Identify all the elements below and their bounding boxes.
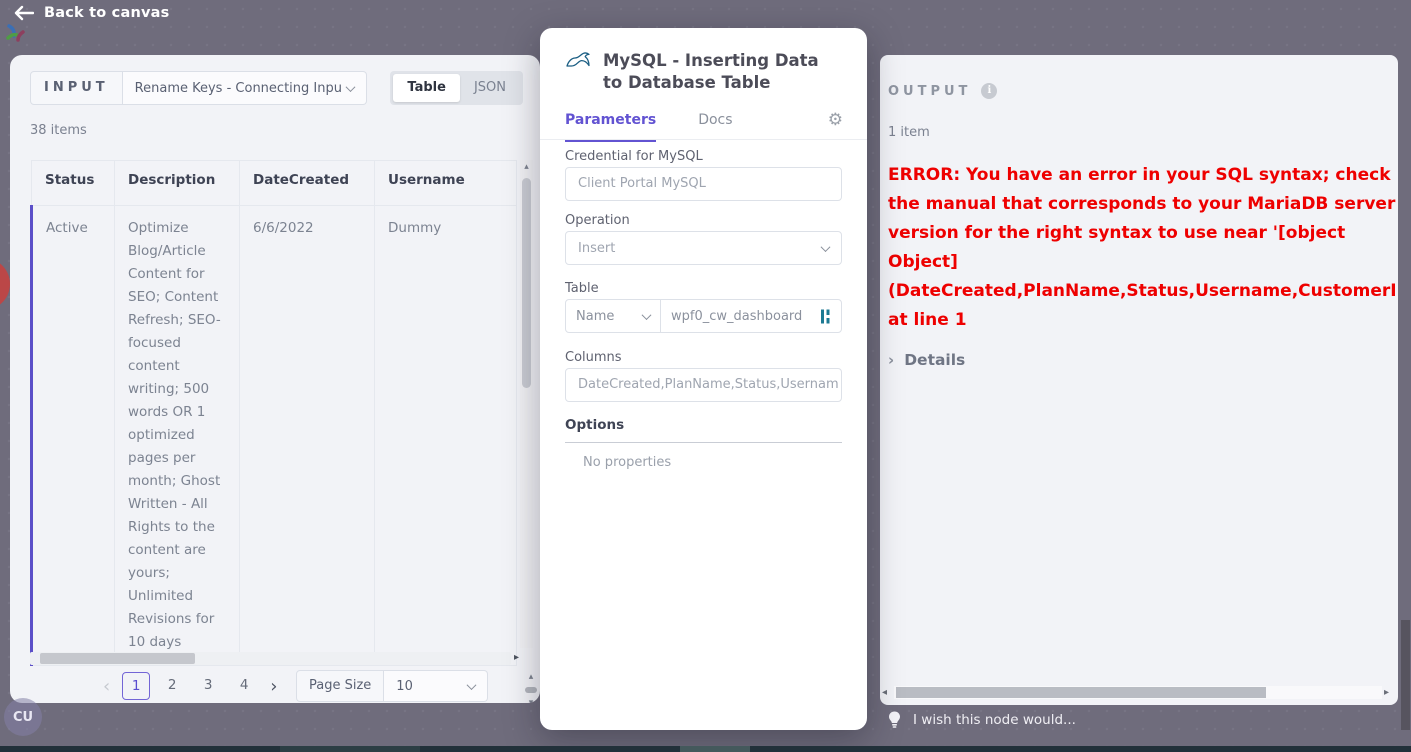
table-header-row: Status Description DateCreated Username (31, 160, 517, 206)
table-label: Table (565, 281, 599, 296)
wish-label: I wish this node would... (913, 711, 1076, 728)
gear-icon[interactable]: ⚙ (828, 110, 843, 130)
details-label: Details (904, 351, 966, 369)
options-empty-text: No properties (583, 455, 672, 470)
top-bar: Back to canvas (0, 0, 1411, 30)
modal-tabs: Parameters Docs (565, 112, 733, 142)
page-size-label: Page Size (296, 670, 385, 702)
table-field: Name wpf0_cw_dashboard (565, 299, 842, 333)
chevron-down-icon (820, 241, 831, 252)
user-avatar[interactable]: CU (4, 698, 42, 736)
tab-divider (540, 139, 867, 140)
scroll-right-icon[interactable]: ▸ (1384, 687, 1389, 698)
vertical-scrollbar-thumb[interactable] (522, 178, 531, 388)
page-button-4[interactable]: 4 (230, 672, 258, 700)
operation-dropdown[interactable]: Insert (565, 231, 842, 265)
cell-datecreated: 6/6/2022 (239, 205, 375, 666)
chevron-down-icon (466, 679, 477, 690)
back-arrow-icon (14, 5, 34, 21)
output-panel: OUTPUT i 1 item ERROR: You have an error… (880, 55, 1398, 705)
error-details-toggle[interactable]: › Details (888, 351, 965, 369)
column-header-status[interactable]: Status (31, 160, 115, 206)
scroll-up-icon[interactable]: ▴ (520, 160, 533, 174)
page-button-3[interactable]: 3 (194, 672, 222, 700)
view-mode-toggle: Table JSON (390, 71, 523, 105)
credential-label: Credential for MySQL (565, 149, 703, 164)
mini-scrollbar-thumb[interactable] (525, 687, 537, 693)
mysql-dolphin-icon (566, 52, 590, 67)
operation-label: Operation (565, 213, 630, 228)
panel-mini-scrollbar[interactable]: ▴ ▾ (524, 671, 538, 703)
input-source-value: Rename Keys - Connecting Inpu (134, 80, 342, 96)
column-header-datecreated[interactable]: DateCreated (239, 160, 375, 206)
cell-description: Optimize Blog/Article Content for SEO; C… (114, 205, 240, 666)
tab-parameters[interactable]: Parameters (565, 112, 657, 142)
scroll-left-icon[interactable]: ◂ (882, 687, 887, 698)
taskbar-segment (680, 746, 750, 752)
output-scrollbar-thumb[interactable] (896, 687, 1266, 698)
page-button-1[interactable]: 1 (122, 672, 151, 700)
input-data-table: Status Description DateCreated Username … (30, 160, 517, 666)
back-to-canvas-label: Back to canvas (44, 5, 170, 21)
next-page-button[interactable]: › (262, 676, 285, 697)
previous-page-button[interactable]: ‹ (95, 676, 118, 697)
table-mode-dropdown[interactable]: Name (566, 300, 661, 332)
canvas-background: { "topbar": { "back_label": "Back to can… (0, 0, 1411, 752)
scroll-down-icon[interactable]: ▾ (524, 697, 538, 703)
table-row[interactable]: Active Optimize Blog/Article Content for… (30, 205, 517, 666)
chevron-down-icon (641, 309, 652, 320)
column-header-description[interactable]: Description (114, 160, 240, 206)
input-panel: INPUT Rename Keys - Connecting Inpu Tabl… (10, 55, 540, 703)
taskbar-edge (0, 746, 1411, 752)
info-icon[interactable]: i (981, 83, 998, 99)
page-vertical-scrollbar-thumb[interactable] (1401, 620, 1410, 730)
lightbulb-icon (889, 711, 900, 728)
columns-label: Columns (565, 350, 622, 365)
node-title: MySQL - Inserting Data to Database Table (603, 51, 819, 92)
cell-username: Dummy (374, 205, 517, 666)
error-node-sliver (0, 258, 10, 310)
json-view-button[interactable]: JSON (460, 74, 520, 102)
chevron-down-icon (345, 81, 356, 92)
cell-status: Active (30, 205, 115, 666)
input-items-count: 38 items (30, 123, 87, 138)
table-vertical-scrollbar[interactable]: ▴ (520, 160, 533, 648)
tab-docs[interactable]: Docs (698, 112, 732, 142)
output-items-count: 1 item (888, 125, 930, 140)
node-feedback-button[interactable]: I wish this node would... (888, 711, 1076, 728)
page-button-2[interactable]: 2 (158, 672, 186, 700)
page-size-dropdown[interactable]: 10 (384, 670, 489, 702)
operation-value: Insert (578, 240, 616, 256)
output-panel-title: OUTPUT (888, 83, 972, 99)
column-header-username[interactable]: Username (374, 160, 517, 206)
table-view-button[interactable]: Table (393, 74, 460, 102)
input-source-dropdown[interactable]: Rename Keys - Connecting Inpu (122, 71, 367, 105)
pagination: ‹ 1 2 3 4 › (95, 672, 285, 700)
page-size-control: Page Size 10 (296, 670, 489, 702)
taskbar-segment (280, 746, 420, 752)
node-settings-modal: MySQL - Inserting Data to Database Table… (540, 28, 867, 730)
credential-input[interactable]: Client Portal MySQL (565, 167, 842, 201)
output-horizontal-scrollbar[interactable] (894, 686, 1382, 699)
scroll-up-icon[interactable]: ▴ (524, 671, 538, 683)
table-name-input[interactable]: wpf0_cw_dashboard (661, 309, 821, 324)
error-message: ERROR: You have an error in your SQL syn… (888, 165, 1397, 330)
table-horizontal-scrollbar[interactable] (30, 652, 511, 665)
table-mode-value: Name (576, 308, 615, 324)
scroll-right-icon[interactable]: ▸ (514, 652, 519, 663)
back-to-canvas-button[interactable]: Back to canvas (14, 5, 169, 21)
input-panel-title: INPUT (30, 71, 123, 105)
horizontal-scrollbar-thumb[interactable] (40, 653, 195, 664)
options-section-label: Options (565, 417, 842, 443)
expression-toggle-icon[interactable] (821, 309, 833, 324)
columns-input[interactable]: DateCreated,PlanName,Status,Usernam (565, 368, 842, 402)
page-size-value: 10 (396, 678, 413, 694)
chevron-right-icon: › (888, 351, 895, 369)
